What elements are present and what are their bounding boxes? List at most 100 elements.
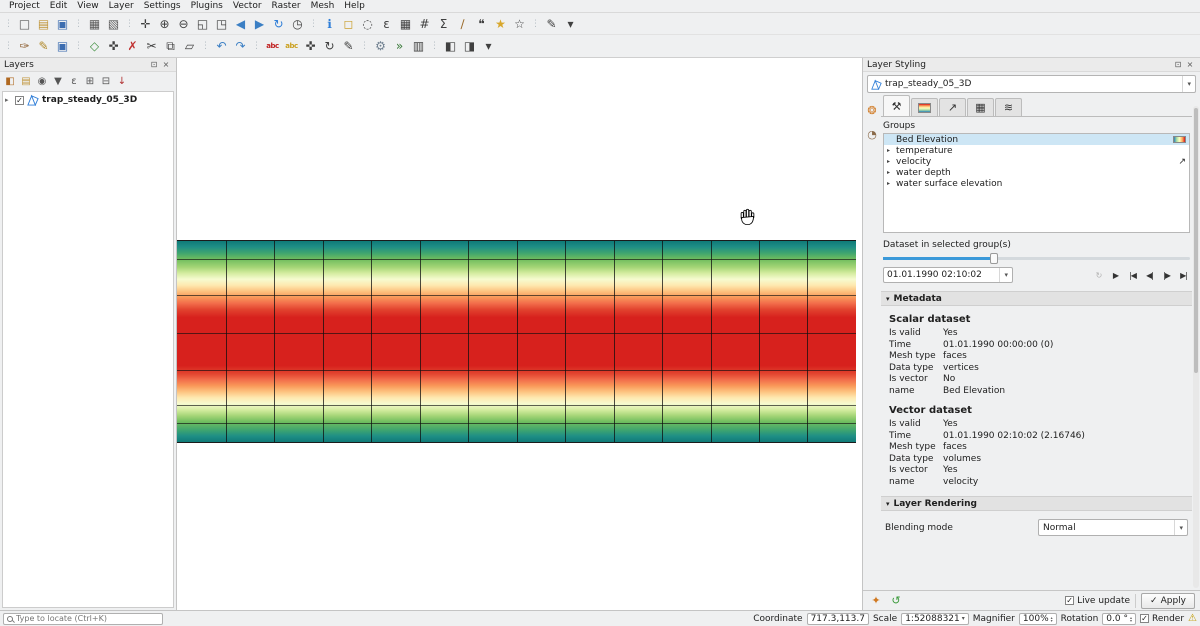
playback-prev-button[interactable]: ◀| bbox=[1143, 268, 1156, 282]
style-options-button[interactable]: ✦ bbox=[868, 593, 884, 609]
menu-plugins[interactable]: Plugins bbox=[186, 1, 228, 11]
toolbar-overflow-button[interactable]: ▾ bbox=[561, 14, 580, 33]
temporal-controller-button[interactable]: ◷ bbox=[288, 14, 307, 33]
open-project-button[interactable]: ▤ bbox=[34, 14, 53, 33]
dataset-time-slider[interactable] bbox=[883, 253, 1190, 264]
zoom-full-button[interactable]: ◱ bbox=[193, 14, 212, 33]
dataset-time-combo[interactable]: 01.01.1990 02:10:02 ▾ bbox=[883, 267, 1013, 283]
copy-features-button[interactable]: ⧉ bbox=[161, 37, 180, 56]
panel-scrollbar-thumb[interactable] bbox=[1194, 108, 1198, 373]
decorations-button[interactable]: ◧ bbox=[441, 37, 460, 56]
chevron-down-icon[interactable]: ▾ bbox=[1182, 76, 1195, 92]
menu-project[interactable]: Project bbox=[4, 1, 45, 11]
tab-vectors[interactable]: ↗ bbox=[939, 98, 966, 116]
expander-icon[interactable]: ▸ bbox=[5, 96, 12, 104]
history-badge-icon[interactable]: ◔ bbox=[865, 127, 879, 141]
tab-rendering[interactable]: ▦ bbox=[967, 98, 994, 116]
reload-style-button[interactable]: ↺ bbox=[888, 593, 904, 609]
layer-labeling-rules-button[interactable]: abc bbox=[282, 37, 301, 56]
manage-map-themes-button[interactable]: ◉ bbox=[34, 73, 50, 89]
vertex-tool-button[interactable]: ✜ bbox=[104, 37, 123, 56]
text-annotation-button[interactable]: ✎ bbox=[542, 14, 561, 33]
expander-icon[interactable]: ▸ bbox=[887, 158, 894, 165]
field-calculator-button[interactable]: # bbox=[415, 14, 434, 33]
open-layer-styling-button[interactable]: ◧ bbox=[2, 73, 18, 89]
playback-last-button[interactable]: ▶| bbox=[1177, 268, 1190, 282]
playback-loop-button[interactable]: ↻ bbox=[1092, 268, 1105, 282]
locate-input[interactable] bbox=[16, 614, 159, 623]
messages-button[interactable]: ⚠ bbox=[1188, 613, 1197, 624]
show-bookmarks-button[interactable]: ☆ bbox=[510, 14, 529, 33]
layer-rendering-section-header[interactable]: ▾ Layer Rendering bbox=[881, 496, 1192, 511]
group-row[interactable]: Bed Elevation bbox=[884, 134, 1189, 145]
close-panel-icon[interactable]: × bbox=[160, 59, 172, 71]
filter-legend-button[interactable]: ▼ bbox=[50, 73, 66, 89]
playback-next-button[interactable]: |▶ bbox=[1160, 268, 1173, 282]
identify-features-button[interactable]: ℹ bbox=[320, 14, 339, 33]
float-panel-icon[interactable]: ⊡ bbox=[1172, 59, 1184, 71]
save-project-button[interactable]: ▣ bbox=[53, 14, 72, 33]
remove-layer-button[interactable]: ↓ bbox=[114, 73, 130, 89]
layer-visibility-checkbox[interactable]: ✓ bbox=[15, 96, 24, 105]
live-update-checkbox[interactable]: ✓ bbox=[1065, 596, 1074, 605]
new-bookmark-button[interactable]: ★ bbox=[491, 14, 510, 33]
zoom-in-button[interactable]: ⊕ bbox=[155, 14, 174, 33]
menu-edit[interactable]: Edit bbox=[45, 1, 72, 11]
group-row[interactable]: ▸water depth bbox=[884, 167, 1189, 178]
save-layer-edits-button[interactable]: ▣ bbox=[53, 37, 72, 56]
cut-features-button[interactable]: ✂ bbox=[142, 37, 161, 56]
zoom-to-selection-button[interactable]: ◳ bbox=[212, 14, 231, 33]
group-row[interactable]: ▸water surface elevation bbox=[884, 178, 1189, 189]
change-label-button[interactable]: ✎ bbox=[339, 37, 358, 56]
chevron-down-icon[interactable]: ▾ bbox=[1174, 520, 1187, 535]
add-feature-button[interactable]: ◇ bbox=[85, 37, 104, 56]
playback-first-button[interactable]: |◀ bbox=[1126, 268, 1139, 282]
tab-contours[interactable] bbox=[911, 98, 938, 116]
tab-averaging[interactable]: ≋ bbox=[995, 98, 1022, 116]
spin-down-icon[interactable]: ▾ bbox=[1051, 619, 1053, 622]
collapse-all-button[interactable]: ⊟ bbox=[98, 73, 114, 89]
zoom-last-button[interactable]: ◀ bbox=[231, 14, 250, 33]
playback-play-button[interactable]: ▶ bbox=[1109, 268, 1122, 282]
georeferencer-button[interactable]: ◨ bbox=[460, 37, 479, 56]
chevron-down-icon[interactable]: ▾ bbox=[999, 268, 1012, 282]
filter-by-expression-button[interactable]: ε bbox=[66, 73, 82, 89]
blending-mode-combo[interactable]: Normal ▾ bbox=[1038, 519, 1188, 536]
new-project-button[interactable]: □ bbox=[15, 14, 34, 33]
delete-selected-button[interactable]: ✗ bbox=[123, 37, 142, 56]
scale-combo[interactable]: 1:52088321 ▾ bbox=[901, 613, 969, 625]
close-panel-icon[interactable]: × bbox=[1184, 59, 1196, 71]
toolbar-overflow-button[interactable]: ▾ bbox=[479, 37, 498, 56]
deselect-features-button[interactable]: ◌ bbox=[358, 14, 377, 33]
group-row[interactable]: ▸temperature bbox=[884, 145, 1189, 156]
styling-layer-selector[interactable]: trap_steady_05_3D ▾ bbox=[867, 75, 1196, 93]
panel-scrollbar[interactable] bbox=[1193, 106, 1199, 588]
expander-icon[interactable]: ▸ bbox=[887, 180, 894, 187]
measure-button[interactable]: ∕ bbox=[453, 14, 472, 33]
open-attribute-table-button[interactable]: ▦ bbox=[396, 14, 415, 33]
new-print-layout-button[interactable]: ▧ bbox=[104, 14, 123, 33]
current-edits-button[interactable]: ✑ bbox=[15, 37, 34, 56]
statistical-summary-button[interactable]: Σ bbox=[434, 14, 453, 33]
group-row[interactable]: ▸velocity↗ bbox=[884, 156, 1189, 167]
pan-map-button[interactable]: ✛ bbox=[136, 14, 155, 33]
metadata-section-header[interactable]: ▾ Metadata bbox=[881, 291, 1192, 306]
paste-features-button[interactable]: ▱ bbox=[180, 37, 199, 56]
chevron-down-icon[interactable]: ▾ bbox=[962, 615, 965, 622]
layer-tree-item[interactable]: ▸ ✓ trap_steady_05_3D bbox=[3, 92, 173, 108]
rotation-spinbox[interactable]: 0.0 ° ▴▾ bbox=[1102, 613, 1136, 625]
select-features-button[interactable]: ◻ bbox=[339, 14, 358, 33]
menu-help[interactable]: Help bbox=[339, 1, 370, 11]
undo-button[interactable]: ↶ bbox=[212, 37, 231, 56]
rotate-label-button[interactable]: ↻ bbox=[320, 37, 339, 56]
python-console-button[interactable]: » bbox=[390, 37, 409, 56]
float-panel-icon[interactable]: ⊡ bbox=[148, 59, 160, 71]
dataset-slider-handle[interactable] bbox=[990, 253, 998, 264]
processing-toolbox-button[interactable]: ⚙ bbox=[371, 37, 390, 56]
layer-labeling-button[interactable]: abc bbox=[263, 37, 282, 56]
spin-down-icon[interactable]: ▾ bbox=[1130, 619, 1132, 622]
menu-settings[interactable]: Settings bbox=[139, 1, 186, 11]
move-label-button[interactable]: ✜ bbox=[301, 37, 320, 56]
menu-vector[interactable]: Vector bbox=[228, 1, 267, 11]
zoom-out-button[interactable]: ⊖ bbox=[174, 14, 193, 33]
